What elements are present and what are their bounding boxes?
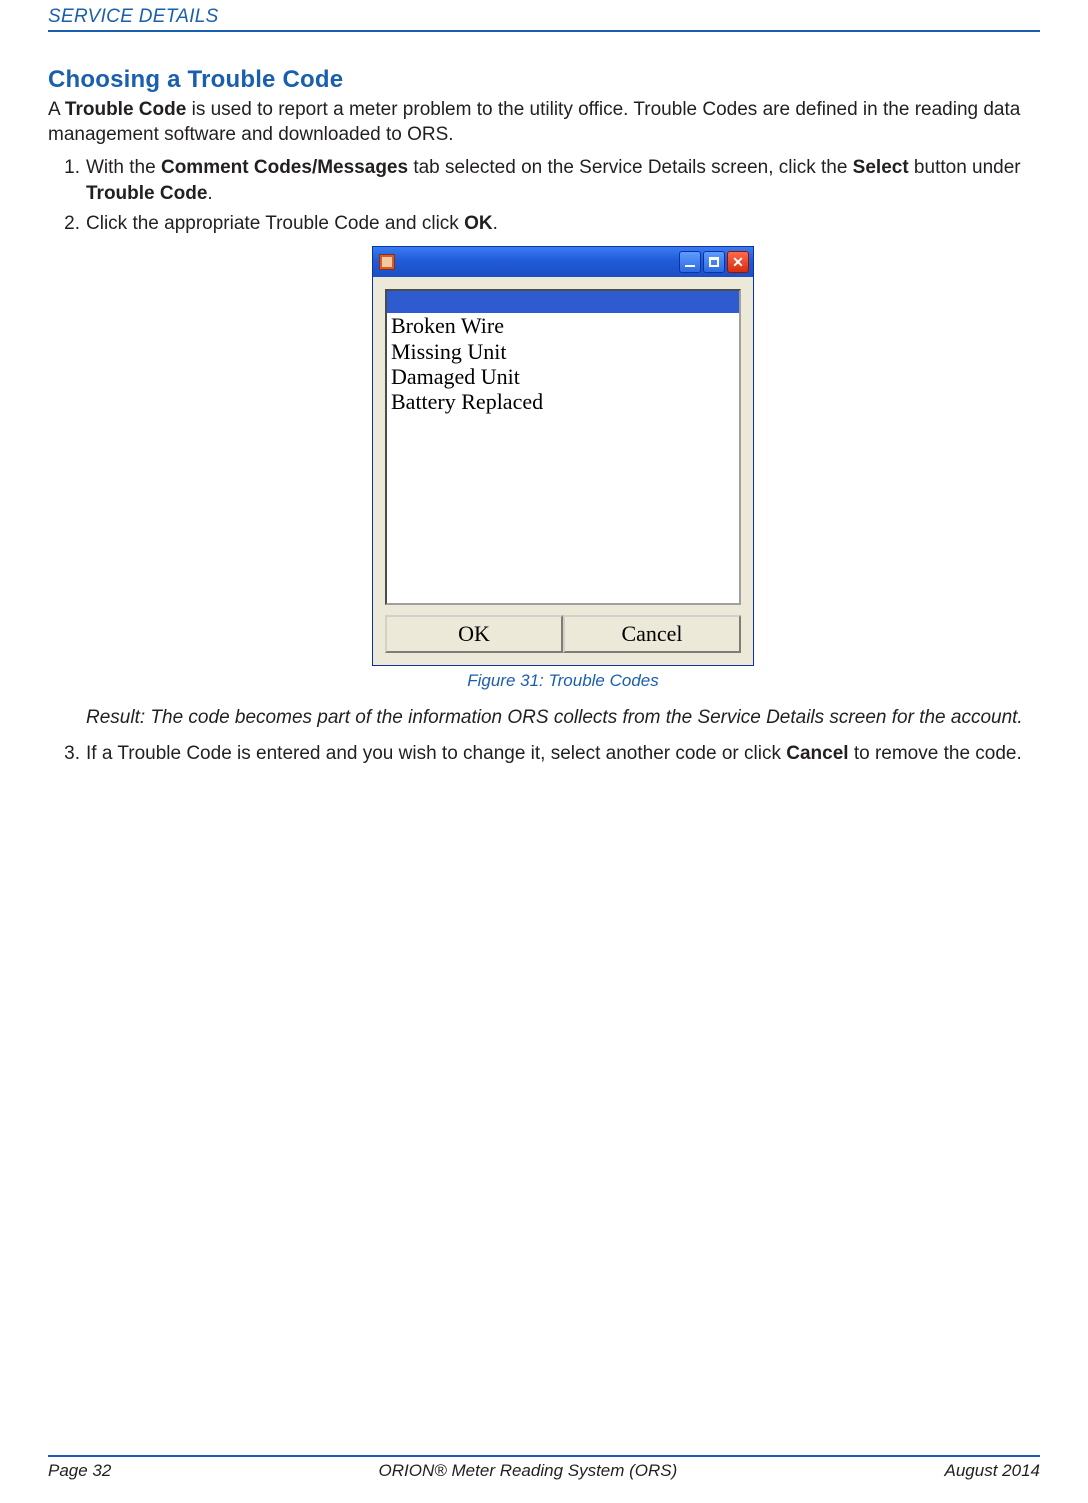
intro-paragraph: A Trouble Code is used to report a meter… [48, 98, 1040, 147]
step-1-bold-b: Comment Codes/Messages [161, 157, 408, 178]
list-item[interactable]: Broken Wire [387, 313, 739, 338]
step-1-bold-f: Trouble Code [86, 183, 207, 204]
intro-bold: Trouble Code [65, 99, 186, 120]
step-1-text-c: tab selected on the Service Details scre… [408, 157, 853, 178]
intro-post: is used to report a meter problem to the… [48, 99, 1020, 145]
step-1: With the Comment Codes/Messages tab sele… [86, 155, 1040, 206]
minimize-button[interactable] [679, 251, 701, 273]
step-2-bold-b: OK [464, 213, 493, 234]
result-text: Result: The code becomes part of the inf… [86, 705, 1040, 731]
step-2-text-a: Click the appropriate Trouble Code and c… [86, 213, 464, 234]
step-2-text-c: . [493, 213, 498, 234]
footer-page: Page 32 [48, 1461, 111, 1481]
step-3-bold-b: Cancel [786, 743, 848, 764]
page-header: SERVICE DETAILS [48, 0, 1040, 32]
page-footer: Page 32 ORION® Meter Reading System (ORS… [48, 1455, 1040, 1481]
list-item[interactable]: Damaged Unit [387, 364, 739, 389]
step-1-text-g: . [207, 183, 212, 204]
step-3: If a Trouble Code is entered and you wis… [86, 741, 1040, 767]
section-breadcrumb: SERVICE DETAILS [48, 6, 1040, 28]
app-icon [379, 254, 395, 270]
trouble-code-listbox[interactable]: Broken Wire Missing Unit Damaged Unit Ba… [385, 289, 741, 605]
step-2: Click the appropriate Trouble Code and c… [86, 211, 1040, 731]
figure-caption: Figure 31: Trouble Codes [86, 670, 1040, 693]
footer-date: August 2014 [945, 1461, 1040, 1481]
step-3-text-a: If a Trouble Code is entered and you wis… [86, 743, 786, 764]
step-1-bold-d: Select [853, 157, 909, 178]
dialog-titlebar: ✕ [373, 247, 753, 277]
footer-doc-title: ORION® Meter Reading System (ORS) [379, 1461, 678, 1481]
maximize-button[interactable] [703, 251, 725, 273]
step-1-text-e: button under [909, 157, 1021, 178]
close-button[interactable]: ✕ [727, 251, 749, 273]
intro-pre: A [48, 99, 65, 120]
ok-button[interactable]: OK [385, 615, 563, 653]
cancel-button[interactable]: Cancel [563, 615, 741, 653]
step-1-text-a: With the [86, 157, 161, 178]
step-3-text-c: to remove the code. [849, 743, 1022, 764]
list-item[interactable]: Battery Replaced [387, 389, 739, 414]
trouble-code-dialog: ✕ Broken Wire Missing Unit Damaged Unit … [372, 246, 754, 666]
list-item[interactable]: Missing Unit [387, 339, 739, 364]
list-item-selected-blank[interactable] [387, 291, 739, 313]
section-title: Choosing a Trouble Code [48, 66, 1040, 94]
